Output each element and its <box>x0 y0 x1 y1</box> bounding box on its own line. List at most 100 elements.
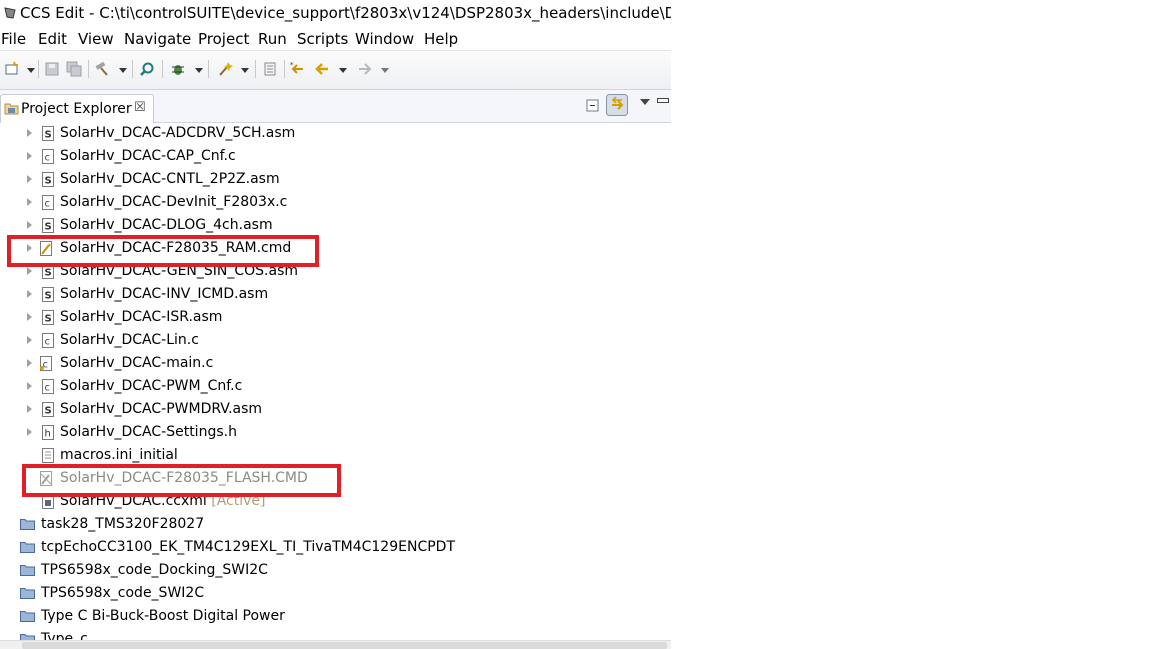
c-file-icon: c <box>42 149 54 164</box>
svg-text:S: S <box>45 222 52 233</box>
tree-item[interactable]: S SolarHv_DCAC-INV_ICMD.asm <box>0 284 671 307</box>
minimize-view-icon[interactable] <box>657 98 669 103</box>
menu-edit[interactable]: Edit <box>38 30 67 48</box>
scrollbar-thumb[interactable] <box>22 642 667 649</box>
window-title: CCS Edit - C:\ti\controlSUITE\device_sup… <box>20 4 671 22</box>
link-with-editor-icon[interactable] <box>606 94 628 116</box>
file-label: SolarHv_DCAC-DevInit_F2803x.c <box>60 194 288 210</box>
toggle-view-icon[interactable] <box>262 61 278 77</box>
file-label: SolarHv_DCAC-CNTL_2P2Z.asm <box>60 171 280 187</box>
h-file-icon: h <box>42 425 54 440</box>
expand-arrow-icon[interactable] <box>27 382 32 390</box>
back-dropdown-arrow[interactable] <box>339 68 347 73</box>
expand-arrow-icon[interactable] <box>27 175 32 183</box>
menu-project[interactable]: Project <box>198 30 249 48</box>
expand-arrow-icon[interactable] <box>27 221 32 229</box>
tree-item[interactable]: c SolarHv_DCAC-CAP_Cnf.c <box>0 146 671 169</box>
expand-arrow-icon[interactable] <box>27 290 32 298</box>
tree-item[interactable]: c SolarHv_DCAC-DevInit_F2803x.c <box>0 192 671 215</box>
title-bar: CCS Edit - C:\ti\controlSUITE\device_sup… <box>0 0 671 29</box>
menu-file[interactable]: File <box>1 30 26 48</box>
tree-item[interactable]: S SolarHv_DCAC-ISR.asm <box>0 307 671 330</box>
expand-arrow-icon[interactable] <box>27 198 32 206</box>
tree-item[interactable]: S SolarHv_DCAC-ADCDRV_5CH.asm <box>0 123 671 146</box>
project-label: Type C Bi-Buck-Boost Digital Power <box>41 608 285 624</box>
project-item[interactable]: TPS6598x_code_SWI2C <box>0 583 671 606</box>
last-edit-location-icon[interactable]: * <box>290 61 306 77</box>
tab-label: Project Explorer <box>21 101 132 117</box>
tree-item[interactable]: S SolarHv_DCAC-PWMDRV.asm <box>0 399 671 422</box>
tree-item[interactable]: c SolarHv_DCAC-PWM_Cnf.c <box>0 376 671 399</box>
menu-window[interactable]: Window <box>355 30 414 48</box>
forward-dropdown-arrow[interactable] <box>381 68 389 73</box>
toolbar-separator <box>208 60 209 78</box>
c-file-icon: c <box>42 195 54 210</box>
ccs-app-icon <box>4 7 16 19</box>
back-arrow-icon[interactable] <box>314 61 330 77</box>
expand-arrow-icon[interactable] <box>27 129 32 137</box>
expand-arrow-icon[interactable] <box>27 336 32 344</box>
toolbar-separator <box>255 60 256 78</box>
build-dropdown-arrow[interactable] <box>119 68 127 73</box>
project-item[interactable]: task28_TMS320F28027 <box>0 514 671 537</box>
new-dropdown-arrow[interactable] <box>27 68 35 73</box>
tree-item[interactable]: h SolarHv_DCAC-Settings.h <box>0 422 671 445</box>
view-menu-icon[interactable] <box>640 99 650 105</box>
asm-file-icon: S <box>42 218 54 233</box>
svg-text:S: S <box>45 176 52 187</box>
project-item[interactable]: Type C Bi-Buck-Boost Digital Power <box>0 606 671 629</box>
flash-wand-icon[interactable] <box>217 61 233 77</box>
menu-scripts[interactable]: Scripts <box>297 30 348 48</box>
project-folder-icon <box>20 588 35 599</box>
svg-text:c: c <box>45 153 51 164</box>
text-file-icon <box>42 448 54 463</box>
close-tab-icon[interactable]: ☒ <box>134 100 146 115</box>
forward-arrow-icon[interactable] <box>357 61 373 77</box>
svg-text:h: h <box>45 429 51 440</box>
save-icon[interactable] <box>44 61 60 77</box>
svg-text:S: S <box>45 268 52 279</box>
project-item[interactable]: Type_c <box>0 629 671 640</box>
project-item[interactable]: TPS6598x_code_Docking_SWI2C <box>0 560 671 583</box>
asm-file-icon: S <box>42 310 54 325</box>
expand-arrow-icon[interactable] <box>27 359 32 367</box>
flash-dropdown-arrow[interactable] <box>241 68 249 73</box>
expand-arrow-icon[interactable] <box>27 313 32 321</box>
build-hammer-icon[interactable] <box>94 61 110 77</box>
project-tree: S SolarHv_DCAC-ADCDRV_5CH.asm c SolarHv_… <box>0 123 671 640</box>
ccs-window: CCS Edit - C:\ti\controlSUITE\device_sup… <box>0 0 671 649</box>
debug-bug-icon[interactable] <box>170 61 186 77</box>
file-label: SolarHv_DCAC-DLOG_4ch.asm <box>60 217 273 233</box>
menu-view[interactable]: View <box>78 30 114 48</box>
tree-item[interactable]: c SolarHv_DCAC-main.c <box>0 353 671 376</box>
collapse-all-icon[interactable] <box>585 96 603 114</box>
expand-arrow-icon[interactable] <box>27 152 32 160</box>
tree-item[interactable]: c SolarHv_DCAC-Lin.c <box>0 330 671 353</box>
tree-item[interactable]: S SolarHv_DCAC-CNTL_2P2Z.asm <box>0 169 671 192</box>
svg-text:S: S <box>45 406 52 417</box>
horizontal-scrollbar[interactable] <box>0 640 671 649</box>
menu-run[interactable]: Run <box>258 30 287 48</box>
toolbar-separator <box>284 60 285 78</box>
debug-dropdown-arrow[interactable] <box>195 68 203 73</box>
search-icon[interactable] <box>139 61 155 77</box>
project-folder-icon <box>20 542 35 553</box>
save-all-icon[interactable] <box>66 61 82 77</box>
project-folder-icon <box>20 519 35 530</box>
new-icon[interactable] <box>4 61 20 77</box>
menu-help[interactable]: Help <box>424 30 458 48</box>
menu-navigate[interactable]: Navigate <box>124 30 191 48</box>
expand-arrow-icon[interactable] <box>27 267 32 275</box>
asm-file-icon: S <box>42 126 54 141</box>
project-folder-icon <box>20 611 35 622</box>
toolbar-separator <box>162 60 163 78</box>
svg-text:S: S <box>45 314 52 325</box>
project-label: TPS6598x_code_SWI2C <box>41 585 205 601</box>
project-item[interactable]: tcpEchoCC3100_EK_TM4C129EXL_TI_TivaTM4C1… <box>0 537 671 560</box>
tab-project-explorer[interactable]: Project Explorer ☒ <box>0 94 154 123</box>
toolbar-separator <box>38 60 39 78</box>
c-file-icon: c <box>42 379 54 394</box>
expand-arrow-icon[interactable] <box>27 405 32 413</box>
expand-arrow-icon[interactable] <box>27 428 32 436</box>
project-explorer-icon <box>4 103 19 115</box>
